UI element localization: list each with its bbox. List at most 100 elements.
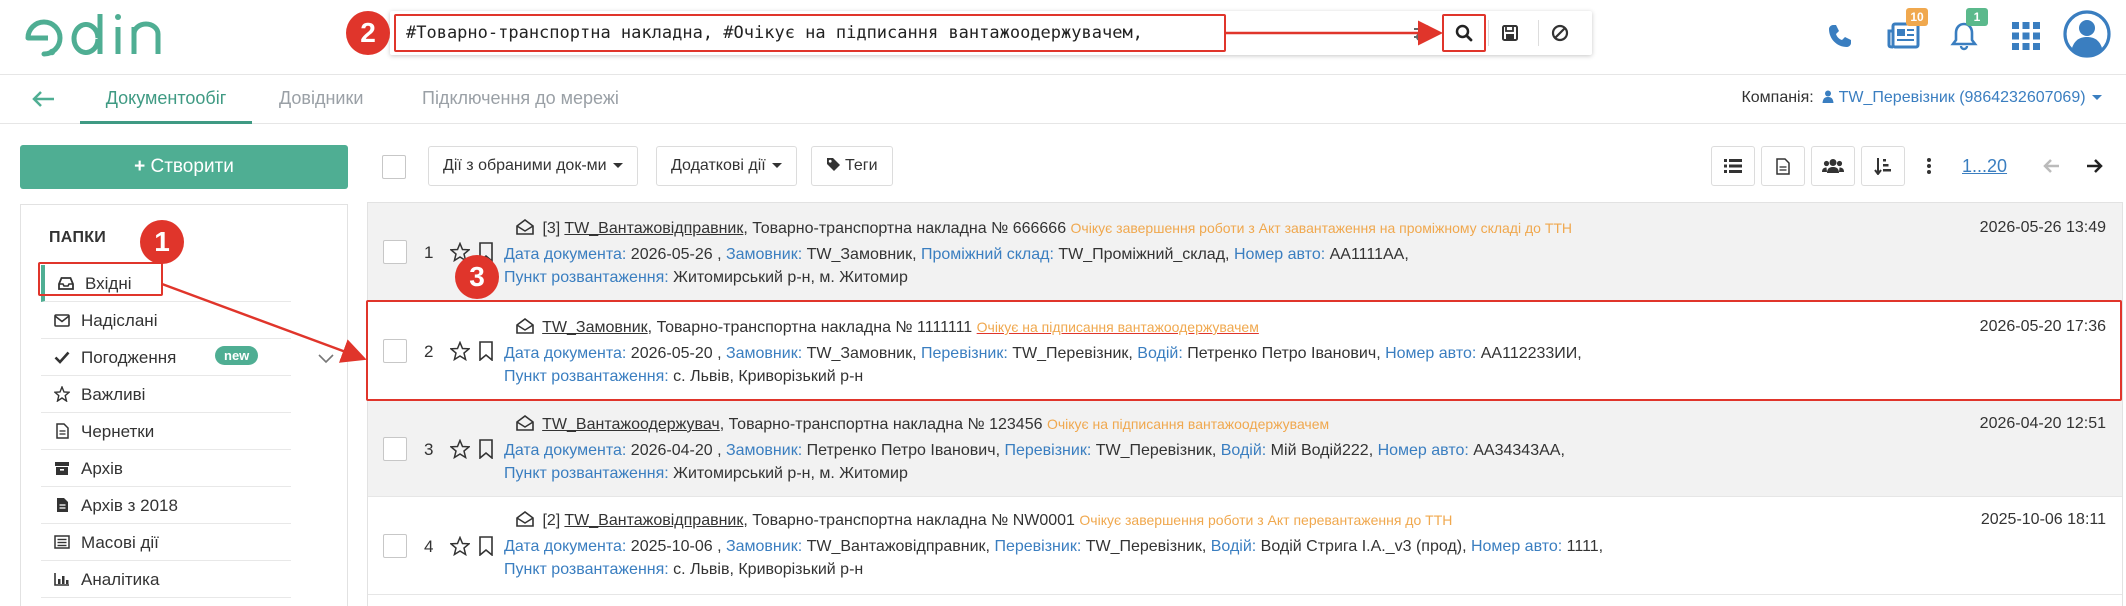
caret-down-icon xyxy=(771,163,782,169)
sort-button[interactable] xyxy=(1861,146,1905,186)
envelope-open-icon xyxy=(516,415,534,431)
sidebar-item-sent[interactable]: Надіслані xyxy=(41,302,291,339)
company-caret-icon xyxy=(2092,95,2102,101)
folders-title: ПАПКИ xyxy=(49,229,107,246)
row-checkbox[interactable] xyxy=(383,240,407,264)
more-options-button[interactable] xyxy=(1911,146,1947,186)
selected-docs-actions-dropdown[interactable]: Дії з обраними док-ми xyxy=(428,146,638,186)
bookmark-icon[interactable] xyxy=(478,439,494,459)
chevron-down-icon[interactable] xyxy=(317,349,335,369)
field-value: Житомирський р-н, м. Житомир xyxy=(668,465,908,482)
tags-button[interactable]: Теги xyxy=(811,146,893,186)
callout-3: 3 xyxy=(455,255,499,299)
pagination-range[interactable]: 1...20 xyxy=(1962,156,2007,177)
tags-label: Теги xyxy=(845,157,878,174)
sidebar-item-archive[interactable]: Архів xyxy=(41,450,291,487)
tab-network-connection[interactable]: Підключення до мережі xyxy=(422,75,619,124)
sidebar-item-important[interactable]: Важливі xyxy=(41,376,291,413)
prev-page-button[interactable] xyxy=(2030,146,2074,186)
table-row[interactable]: 1 [3] TW_Вантажовідправник, Товарно-тран… xyxy=(368,203,2122,301)
document-date: 2026-04-20 12:51 xyxy=(1979,415,2106,432)
sidebar-item-archive-2018[interactable]: Архів з 2018 xyxy=(41,487,291,524)
document-details: Дата документа: 2026-05-26 , Замовник: T… xyxy=(504,246,1409,264)
sidebar-item-label: Архів xyxy=(81,459,123,478)
apps-menu-button[interactable] xyxy=(2004,12,2048,60)
search-icon xyxy=(1455,24,1473,42)
create-button[interactable]: + Створити xyxy=(20,145,348,189)
back-arrow-icon[interactable] xyxy=(30,87,56,111)
document-title-line[interactable]: TW_Вантажоодержувач, Товарно-транспортна… xyxy=(516,415,1329,434)
field-label: Дата документа: xyxy=(504,442,627,459)
document-sender[interactable]: TW_Вантажовідправник xyxy=(564,512,743,529)
envelope-open-icon xyxy=(516,511,534,527)
callout-2: 2 xyxy=(346,11,390,55)
clear-search-button[interactable] xyxy=(1538,14,1582,52)
search-input[interactable]: #Товарно-транспортна накладна, #Очікує н… xyxy=(394,14,1226,52)
list-view-button[interactable] xyxy=(1711,146,1755,186)
phone-icon xyxy=(1829,25,1851,47)
row-checkbox[interactable] xyxy=(383,437,407,461)
field-value: TW_Замовник, xyxy=(802,246,921,263)
company-value[interactable]: TW_Перевізник (9864232607069) xyxy=(1839,89,2086,106)
list-icon xyxy=(53,533,71,551)
document-title-line[interactable]: [2] TW_Вантажовідправник, Товарно-трансп… xyxy=(516,511,1452,530)
company-selector[interactable]: Компанія: TW_Перевізник (9864232607069) xyxy=(1741,89,2102,107)
sidebar-item-approvals[interactable]: Погодження new xyxy=(41,339,334,376)
save-search-button[interactable] xyxy=(1488,14,1532,52)
document-view-button[interactable] xyxy=(1761,146,1805,186)
arrow-right-icon xyxy=(2087,159,2103,173)
field-value: AA1111AA, xyxy=(1325,246,1409,263)
star-icon[interactable] xyxy=(450,536,470,556)
sidebar-item-analytics[interactable]: Аналітика xyxy=(41,561,291,598)
field-label: Пункт розвантаження: xyxy=(504,269,669,286)
document-unloading-point: Пункт розвантаження: Житомирський р-н, м… xyxy=(504,269,908,287)
row-highlight-frame xyxy=(366,300,2122,401)
select-all-checkbox[interactable] xyxy=(382,155,406,179)
table-row[interactable]: 4 [2] TW_Вантажовідправник, Товарно-тран… xyxy=(368,497,2122,595)
sidebar-item-bulk-actions[interactable]: Масові дії xyxy=(41,524,291,561)
search-button[interactable] xyxy=(1442,14,1486,52)
star-icon xyxy=(53,385,71,403)
field-value: Житомирський р-н, м. Житомир xyxy=(668,269,908,286)
row-number: 4 xyxy=(424,537,434,556)
bookmark-icon[interactable] xyxy=(478,536,494,556)
documents-button[interactable]: 10 xyxy=(1882,8,1928,60)
field-value: TW_Вантажовідправник, xyxy=(802,538,995,555)
document-sender[interactable]: TW_Вантажоодержувач xyxy=(542,416,720,433)
next-page-button[interactable] xyxy=(2072,146,2116,186)
field-value: TW_Перевізник, xyxy=(1081,538,1211,555)
notifications-button[interactable]: 1 xyxy=(1942,8,1988,60)
group-view-button[interactable] xyxy=(1811,146,1855,186)
arrow-left-icon xyxy=(2043,159,2059,173)
filter-settings-icon[interactable] xyxy=(1412,23,1434,43)
tab-directories[interactable]: Довідники xyxy=(279,75,363,124)
tag-icon xyxy=(827,158,840,171)
phone-button[interactable] xyxy=(1818,12,1862,60)
company-label: Компанія: xyxy=(1741,89,1814,106)
field-value: 2026-05-26 , xyxy=(626,246,726,263)
row-number: 1 xyxy=(424,243,434,262)
document-status: Очікує на підписання вантажоодержувачем xyxy=(1046,416,1330,432)
document-sender[interactable]: TW_Вантажовідправник xyxy=(564,220,743,237)
file-icon xyxy=(53,496,71,514)
sidebar-item-drafts[interactable]: Чернетки xyxy=(41,413,291,450)
tab-document-flow[interactable]: Документообіг xyxy=(80,75,252,124)
file-text-icon xyxy=(1776,157,1790,175)
sidebar-item-label: Аналітика xyxy=(81,570,160,589)
extra-actions-dropdown[interactable]: Додаткові дії xyxy=(656,146,797,186)
field-label: Замовник: xyxy=(725,538,803,555)
row-checkbox[interactable] xyxy=(383,534,407,558)
star-icon[interactable] xyxy=(450,439,470,459)
envelope-icon xyxy=(53,311,71,329)
archive-icon xyxy=(53,459,71,477)
sidebar-item-label: Масові дії xyxy=(81,533,159,552)
document-details: Дата документа: 2026-04-20 , Замовник: П… xyxy=(504,442,1565,460)
user-avatar[interactable] xyxy=(2062,8,2112,60)
field-label: Пункт розвантаження: xyxy=(504,465,669,482)
users-icon xyxy=(1822,159,1844,173)
document-title-line[interactable]: [3] TW_Вантажовідправник, Товарно-трансп… xyxy=(516,219,1572,238)
table-row[interactable]: 3 TW_Вантажоодержувач, Товарно-транспорт… xyxy=(368,400,2122,497)
edin-logo[interactable] xyxy=(22,10,182,60)
inbox-highlight-frame xyxy=(38,262,163,296)
row-number: 3 xyxy=(424,440,434,459)
